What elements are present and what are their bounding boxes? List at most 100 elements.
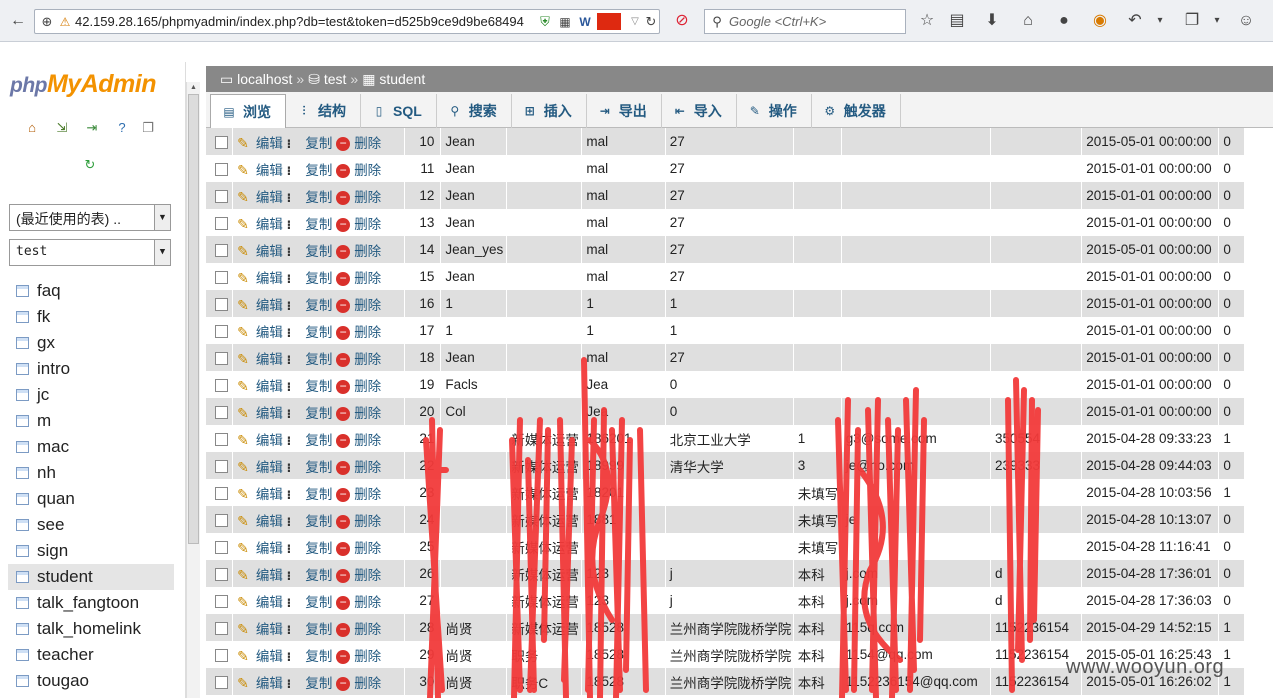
search-bar[interactable]: ⚲ Google <Ctrl+K> <box>704 9 906 34</box>
cell[interactable] <box>793 371 842 398</box>
cell[interactable]: 0 <box>1218 290 1246 317</box>
cell[interactable]: Jean <box>440 155 508 182</box>
site-info-icon[interactable]: ⊕ <box>37 12 57 32</box>
cell[interactable] <box>506 182 583 209</box>
docs-icon[interactable]: ❐ <box>140 120 156 136</box>
cell[interactable]: 新媒体运营 <box>506 425 583 452</box>
copy-link[interactable]: ⁝ 复制 <box>287 433 333 448</box>
delete-link[interactable]: − 删除 <box>336 433 381 448</box>
row-checkbox[interactable] <box>215 567 228 581</box>
cell[interactable]: 兰州商学院陇桥学院 <box>665 641 794 668</box>
sidebar-table-tougao[interactable]: tougao <box>8 668 174 694</box>
address-bar[interactable]: ⊕ ⚠ 42.159.28.165/phpmyadmin/index.php?d… <box>34 9 660 34</box>
delete-link[interactable]: − 删除 <box>336 568 381 583</box>
delete-link[interactable]: − 删除 <box>336 541 381 556</box>
cell[interactable]: 未填写 <box>793 479 842 506</box>
cell[interactable] <box>793 398 842 425</box>
cell[interactable]: 0 <box>1218 452 1246 479</box>
cell[interactable]: 2015-04-28 17:36:01 <box>1081 560 1220 587</box>
edit-link[interactable]: ✎ 编辑 <box>237 324 283 340</box>
sidebar-table-fk[interactable]: fk <box>8 304 174 330</box>
delete-link[interactable]: − 删除 <box>336 217 381 232</box>
cell[interactable]: 兰州商学院陇桥学院 <box>665 614 794 641</box>
cell[interactable]: 2015-05-01 00:00:00 <box>1081 236 1220 263</box>
edit-link[interactable]: ✎ 编辑 <box>237 486 283 502</box>
cell[interactable]: 27 <box>665 155 794 182</box>
cell[interactable] <box>841 317 991 344</box>
edit-link[interactable]: ✎ 编辑 <box>237 513 283 529</box>
cell[interactable]: 1 <box>581 290 666 317</box>
cell[interactable]: 27 <box>665 263 794 290</box>
menu-chevron-icon[interactable]: ▾ <box>1207 11 1227 31</box>
cell[interactable]: 新媒体运营 <box>506 506 583 533</box>
cell[interactable]: 28 <box>404 614 442 641</box>
cell[interactable]: 2015-01-01 00:00:00 <box>1081 209 1220 236</box>
tab-0[interactable]: ▤ 浏览 <box>210 94 286 128</box>
cell[interactable]: 10 <box>404 128 442 155</box>
cell[interactable]: 18528 <box>581 668 666 695</box>
cell[interactable]: 2015-01-01 00:00:00 <box>1081 398 1220 425</box>
cell[interactable]: 123 <box>581 560 666 587</box>
cell[interactable]: 11 <box>404 155 442 182</box>
cell[interactable] <box>506 236 583 263</box>
edit-link[interactable]: ✎ 编辑 <box>237 594 283 610</box>
cell[interactable]: mal <box>581 263 666 290</box>
cell[interactable]: 350554 <box>990 425 1083 452</box>
cell[interactable]: 1 <box>581 317 666 344</box>
sidebar-table-faq[interactable]: faq <box>8 278 174 304</box>
cell[interactable] <box>793 236 842 263</box>
cell[interactable] <box>841 155 991 182</box>
cell[interactable]: 2015-04-28 17:36:03 <box>1081 587 1220 614</box>
help-icon[interactable]: ? <box>114 120 130 136</box>
user-icon[interactable]: ● <box>1054 11 1074 31</box>
delete-link[interactable]: − 删除 <box>336 406 381 421</box>
copy-link[interactable]: ⁝ 复制 <box>287 676 333 691</box>
cell[interactable] <box>665 479 794 506</box>
sidebar-table-jc[interactable]: jc <box>8 382 174 408</box>
cell[interactable] <box>506 317 583 344</box>
cell[interactable] <box>793 182 842 209</box>
copy-link[interactable]: ⁝ 复制 <box>287 622 333 637</box>
cell[interactable]: 0 <box>1218 344 1246 371</box>
cell[interactable]: mal <box>581 209 666 236</box>
cell[interactable] <box>841 344 991 371</box>
sidebar-table-talk-homelink[interactable]: talk_homelink <box>8 616 174 642</box>
cell[interactable] <box>440 560 508 587</box>
cell[interactable]: 1 <box>1218 614 1246 641</box>
logout-icon[interactable]: ⇲ <box>54 120 70 136</box>
back-arrow-icon[interactable]: ← <box>8 11 28 31</box>
cell[interactable]: 12 <box>404 182 442 209</box>
delete-link[interactable]: − 删除 <box>336 298 381 313</box>
cell[interactable] <box>841 236 991 263</box>
copy-link[interactable]: ⁝ 复制 <box>287 325 333 340</box>
tab-4[interactable]: ⊞ 插入 <box>512 94 587 128</box>
copy-link[interactable]: ⁝ 复制 <box>287 406 333 421</box>
scroll-thumb[interactable] <box>188 94 199 544</box>
reading-list-icon[interactable]: ▤ <box>947 11 967 31</box>
cell[interactable]: 1154@qq.com <box>841 641 991 668</box>
cell[interactable] <box>793 155 842 182</box>
cell[interactable]: mal <box>581 128 666 155</box>
sidebar-table-talk-fangtoon[interactable]: talk_fangtoon <box>8 590 174 616</box>
row-checkbox[interactable] <box>215 621 228 635</box>
cell[interactable]: mal <box>581 155 666 182</box>
cell[interactable] <box>793 209 842 236</box>
delete-link[interactable]: − 删除 <box>336 163 381 178</box>
copy-link[interactable]: ⁝ 复制 <box>287 379 333 394</box>
copy-link[interactable]: ⁝ 复制 <box>287 514 333 529</box>
tab-8[interactable]: ⚙ 触发器 <box>812 94 901 128</box>
breadcrumb-table[interactable]: student <box>379 71 425 87</box>
tab-2[interactable]: ▯ SQL <box>361 94 437 128</box>
cell[interactable]: 18999 <box>581 452 666 479</box>
cell[interactable]: 1881 <box>581 506 666 533</box>
cell[interactable]: 2015-01-01 00:00:00 <box>1081 317 1220 344</box>
edit-link[interactable]: ✎ 编辑 <box>237 405 283 421</box>
cell[interactable]: 未填写 <box>793 506 842 533</box>
home-icon[interactable]: ⌂ <box>1018 11 1038 31</box>
cell[interactable]: 本科 <box>793 614 842 641</box>
cell[interactable] <box>665 533 794 560</box>
cell[interactable] <box>506 344 583 371</box>
cell[interactable]: 22 <box>404 452 442 479</box>
sidebar-table-intro[interactable]: intro <box>8 356 174 382</box>
cell[interactable]: 23 <box>404 479 442 506</box>
